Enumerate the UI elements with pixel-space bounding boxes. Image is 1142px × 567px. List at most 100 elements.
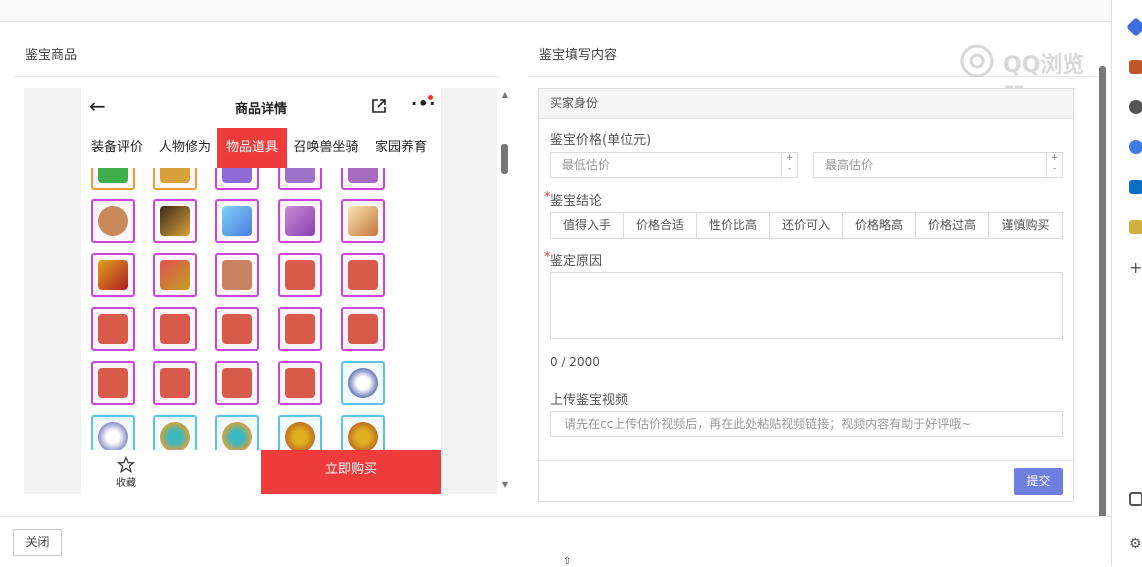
- item-slot[interactable]: [341, 199, 385, 243]
- item-grid: [81, 168, 441, 450]
- item-slot[interactable]: [215, 415, 259, 450]
- conclusion-option[interactable]: 价格过高: [916, 213, 989, 238]
- item-slot[interactable]: [341, 307, 385, 351]
- item-slot[interactable]: [153, 361, 197, 405]
- sidebar-app-icon[interactable]: [1126, 17, 1142, 37]
- item-slot[interactable]: [278, 361, 322, 405]
- conclusion-options: 值得入手 价格合适 性价比高 还价可入 价格略高 价格过高 谨慎购买: [550, 212, 1063, 239]
- item-slot[interactable]: [153, 307, 197, 351]
- share-icon[interactable]: [371, 98, 387, 114]
- product-preview: ← 商品详情 ·•· 装备评价 人物修为 物品道具 召唤兽坐骑 家园养育 收藏 …: [24, 88, 497, 494]
- item-slot[interactable]: [215, 199, 259, 243]
- phone-header: ← 商品详情 ·•·: [81, 88, 441, 126]
- char-counter: 0 / 2000: [550, 355, 600, 369]
- item-slot[interactable]: [215, 253, 259, 297]
- star-icon: [117, 456, 135, 474]
- toolbox-icon[interactable]: [1129, 60, 1142, 74]
- sidebar-app-icon-3[interactable]: [1129, 220, 1142, 234]
- add-icon[interactable]: +: [1129, 258, 1142, 277]
- conclusion-option[interactable]: 价格合适: [624, 213, 697, 238]
- tab-items[interactable]: 物品道具: [217, 128, 287, 168]
- conclusion-label: * 鉴宝结论: [544, 190, 603, 209]
- reason-textarea[interactable]: [550, 272, 1063, 339]
- watermark: QQ浏览器: [955, 43, 1105, 110]
- page-scrollbar[interactable]: ▼: [1097, 38, 1109, 522]
- favorite-label: 收藏: [116, 478, 136, 489]
- item-slot[interactable]: [91, 415, 135, 450]
- item-slot[interactable]: [153, 253, 197, 297]
- conclusion-option[interactable]: 性价比高: [697, 213, 770, 238]
- video-link-placeholder: 请先在cc上传估价视频后，再在此处粘贴视频链接；视频内容有助于好评哦~: [564, 417, 972, 431]
- tab-equipment[interactable]: 装备评价: [89, 128, 145, 168]
- preview-scrollbar[interactable]: ▲ ▼: [500, 88, 510, 494]
- close-button[interactable]: 关闭: [13, 529, 62, 556]
- max-price-input[interactable]: 最高估价 + -: [813, 152, 1063, 178]
- watermark-logo-icon: [960, 44, 994, 78]
- notification-dot: [428, 95, 433, 100]
- buy-now-button[interactable]: 立即购买: [261, 450, 441, 494]
- tab-cultivation[interactable]: 人物修为: [157, 128, 213, 168]
- price-label: 鉴宝价格(单位元): [550, 133, 652, 148]
- video-link-input[interactable]: 请先在cc上传估价视频后，再在此处粘贴视频链接；视频内容有助于好评哦~: [550, 411, 1063, 437]
- conclusion-option[interactable]: 值得入手: [551, 213, 624, 238]
- conclusion-option[interactable]: 价格略高: [843, 213, 916, 238]
- phone-tabs: 装备评价 人物修为 物品道具 召唤兽坐骑 家园养育: [81, 128, 441, 168]
- item-slot[interactable]: [278, 199, 322, 243]
- item-slot[interactable]: [91, 199, 135, 243]
- settings-gear-icon[interactable]: ⚙: [1129, 536, 1142, 552]
- top-bar: [0, 0, 1111, 22]
- mouse-cursor-icon: ⇧: [563, 556, 572, 567]
- item-slot[interactable]: [278, 307, 322, 351]
- item-slot[interactable]: [153, 415, 197, 450]
- item-slot[interactable]: [215, 361, 259, 405]
- conclusion-option[interactable]: 还价可入: [770, 213, 843, 238]
- item-slot[interactable]: [341, 361, 385, 405]
- user-icon[interactable]: [1129, 100, 1142, 114]
- required-mark: *: [544, 190, 551, 205]
- right-section-title: 鉴宝填写内容: [539, 48, 618, 63]
- appraisal-form: 买家身份 鉴宝价格(单位元) 最低估价 + - 最高估价 + - * 鉴宝结论 值得入…: [538, 88, 1074, 502]
- conclusion-option[interactable]: 谨慎购买: [989, 213, 1062, 238]
- page-scroll-thumb[interactable]: [1099, 66, 1106, 522]
- reason-label-text: 鉴定原因: [550, 254, 603, 269]
- max-price-stepper[interactable]: + -: [1046, 153, 1062, 177]
- item-slot[interactable]: [215, 307, 259, 351]
- form-footer-divider: [539, 460, 1073, 461]
- item-slot[interactable]: [91, 361, 135, 405]
- tab-summons[interactable]: 召唤兽坐骑: [293, 128, 359, 168]
- left-section-title: 鉴宝商品: [25, 48, 78, 63]
- scroll-down-icon[interactable]: ▼: [500, 480, 510, 489]
- min-price-input[interactable]: 最低估价 + -: [550, 152, 798, 178]
- item-slot[interactable]: [278, 415, 322, 450]
- submit-button[interactable]: 提交: [1014, 468, 1063, 495]
- item-slot[interactable]: [153, 199, 197, 243]
- item-slot[interactable]: [341, 415, 385, 450]
- item-slot[interactable]: [215, 168, 259, 190]
- item-slot[interactable]: [91, 307, 135, 351]
- favorite-button[interactable]: 收藏: [101, 456, 151, 489]
- left-divider: [13, 76, 500, 77]
- min-price-placeholder: 最低估价: [562, 158, 611, 172]
- tab-home[interactable]: 家园养育: [373, 128, 429, 168]
- item-slot[interactable]: [91, 168, 135, 190]
- preview-scroll-thumb[interactable]: [501, 144, 508, 174]
- outlook-icon[interactable]: [1129, 180, 1142, 194]
- screenshot-icon[interactable]: [1129, 492, 1142, 506]
- sidebar-app-icon-2[interactable]: [1129, 140, 1142, 154]
- phone-screen: ← 商品详情 ·•· 装备评价 人物修为 物品道具 召唤兽坐骑 家园养育 收藏 …: [81, 88, 441, 494]
- item-slot[interactable]: [278, 253, 322, 297]
- required-mark: *: [544, 250, 551, 265]
- item-slot[interactable]: [278, 168, 322, 190]
- item-slot[interactable]: [91, 253, 135, 297]
- form-header: 买家身份: [539, 89, 1073, 119]
- item-slot[interactable]: [153, 168, 197, 190]
- browser-sidebar: + ⚙: [1111, 0, 1142, 566]
- min-price-stepper[interactable]: + -: [781, 153, 797, 177]
- phone-title: 商品详情: [234, 102, 287, 117]
- scroll-up-icon[interactable]: ▲: [500, 90, 510, 99]
- page-scroll-down-icon[interactable]: ▼: [1098, 502, 1108, 511]
- conclusion-label-text: 鉴宝结论: [550, 194, 603, 209]
- item-slot[interactable]: [341, 253, 385, 297]
- max-price-placeholder: 最高估价: [825, 158, 874, 172]
- item-slot[interactable]: [341, 168, 385, 190]
